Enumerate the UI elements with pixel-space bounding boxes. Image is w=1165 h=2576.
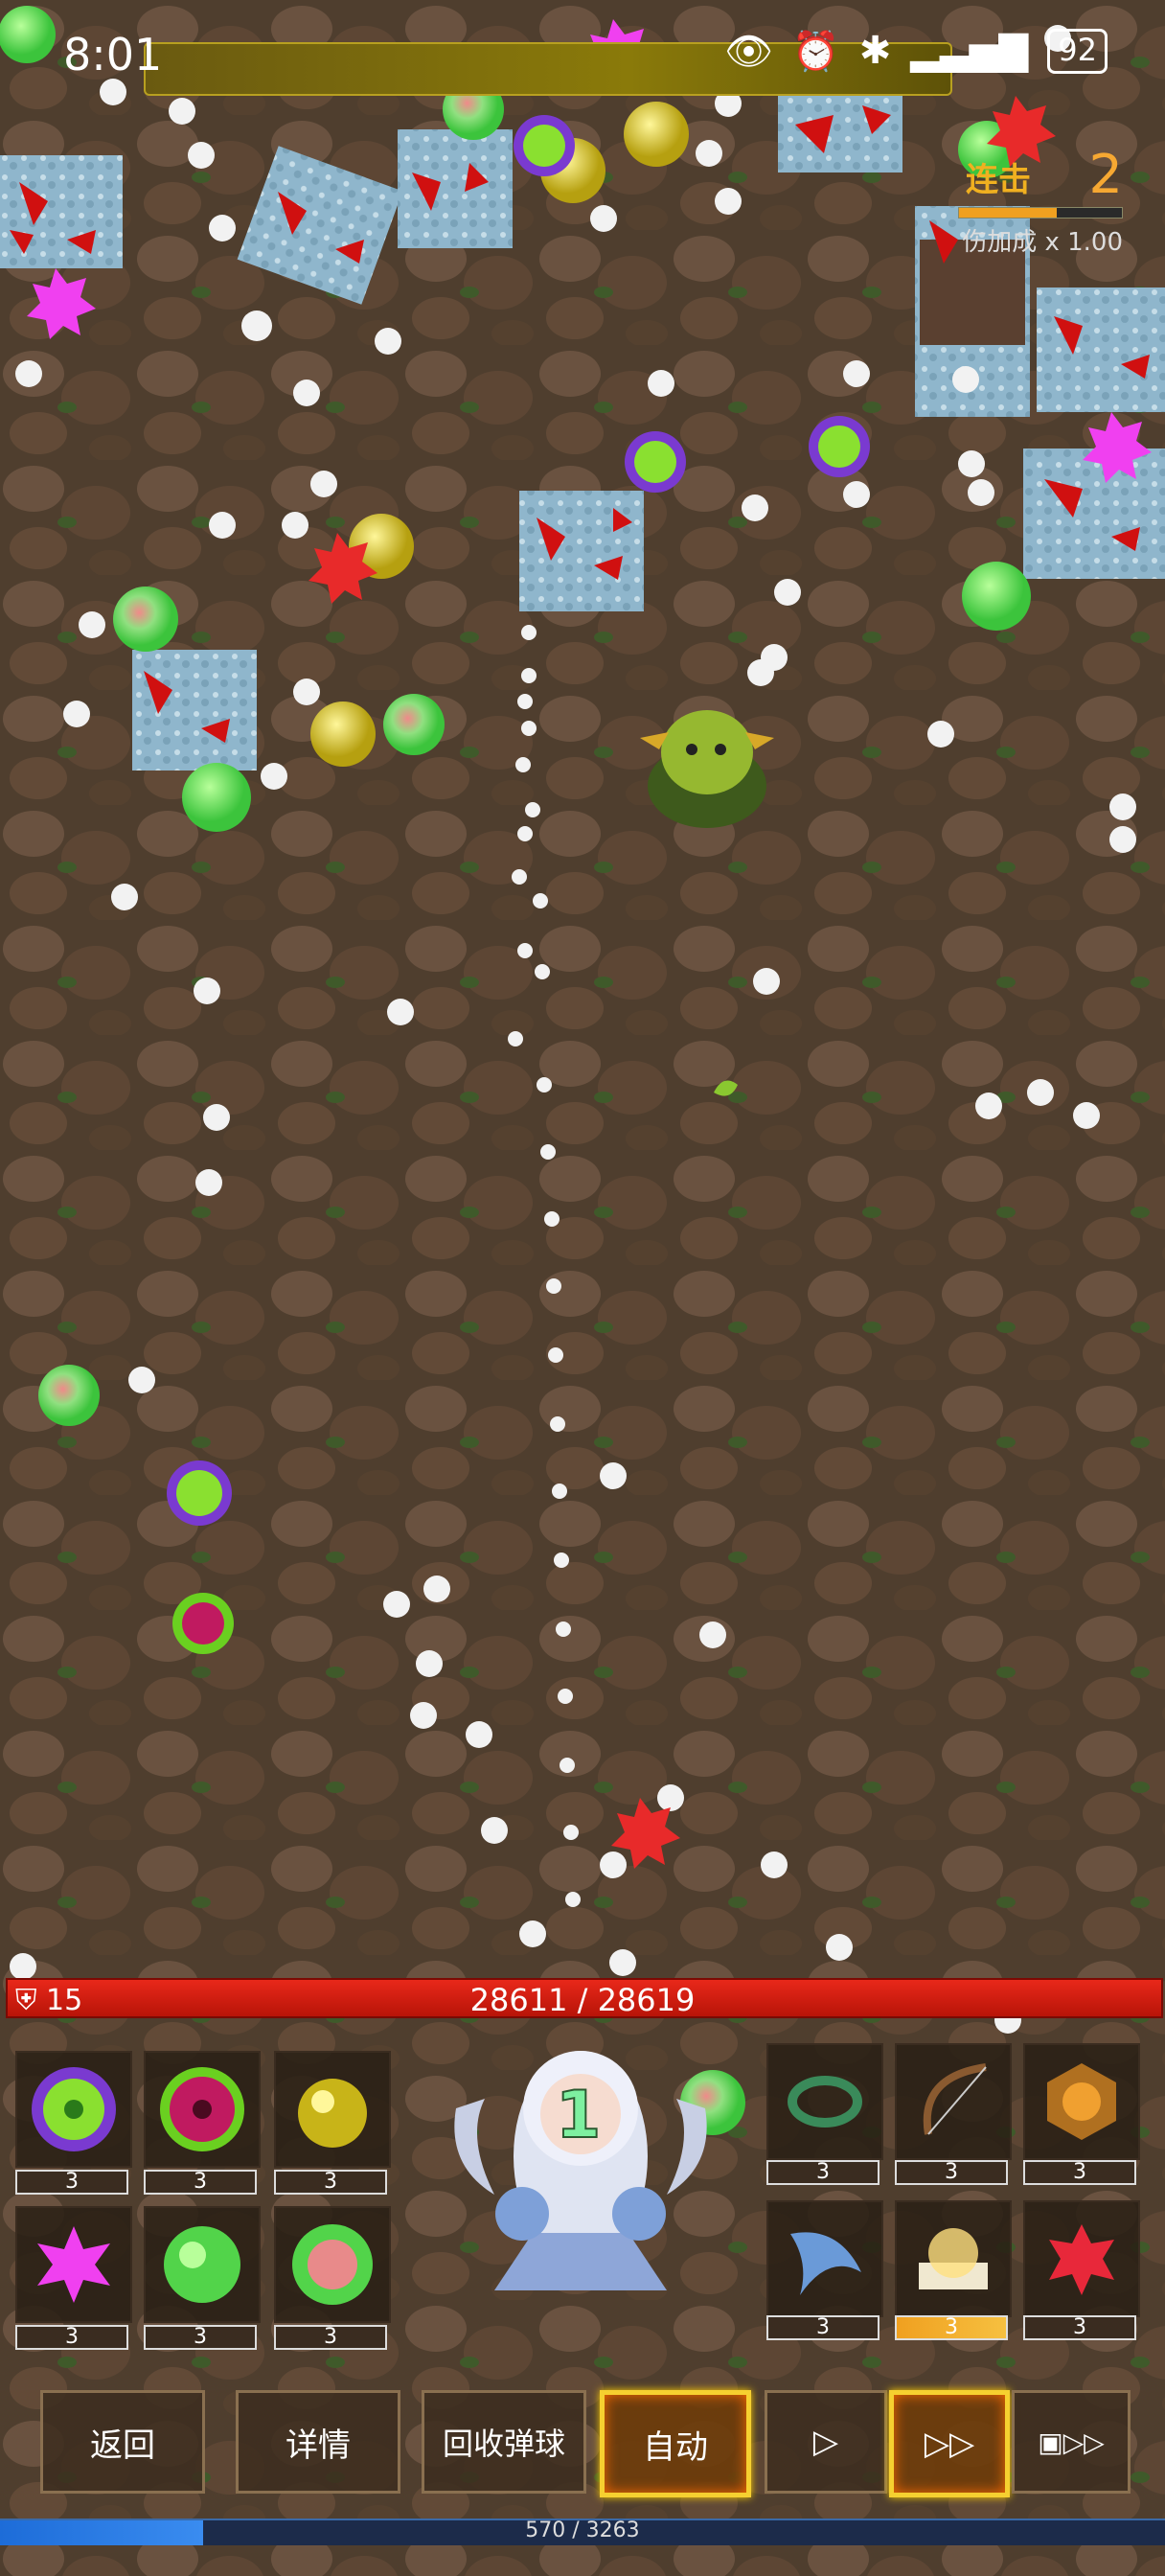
equipment-slot-count: 3 — [1023, 2160, 1136, 2185]
magenta-star-icon — [30, 2220, 118, 2312]
combo-progress-fill — [959, 208, 1057, 218]
signal-icon: ▂▃▅▇ — [910, 29, 1029, 73]
details-button[interactable]: 详情 — [236, 2390, 400, 2494]
hero-count: 1 — [555, 2077, 602, 2154]
ball-slot[interactable] — [144, 2206, 261, 2323]
bluetooth-icon: ✱ — [858, 29, 892, 73]
battery-indicator: 92 — [1047, 29, 1108, 74]
status-bar: 8:01 👁 ⏰ ✱ ▂▃▅▇ 92 — [0, 0, 1165, 115]
purple-vortex-ball-icon — [30, 2065, 118, 2157]
clock: 8:01 — [63, 29, 163, 80]
ball-slot[interactable] — [15, 2206, 132, 2323]
enemy-block — [519, 491, 644, 611]
fast-forward-button[interactable]: ▷▷ — [889, 2390, 1010, 2497]
combo-progress-bar — [958, 207, 1123, 218]
ball-slot[interactable] — [144, 2051, 261, 2168]
ball-slot-count: 3 — [144, 2325, 257, 2350]
enemy-block — [0, 155, 123, 268]
combo-panel: 连击 2 伤加成 x 1.00 — [935, 144, 1146, 259]
auto-button[interactable]: 自动 — [600, 2390, 751, 2497]
equipment-slot-count: 3 — [895, 2315, 1008, 2340]
back-button[interactable]: 返回 — [40, 2390, 205, 2494]
ball-slot-count: 3 — [274, 2325, 387, 2350]
equipment-slot[interactable] — [895, 2043, 1012, 2160]
red-vortex-ball-icon — [158, 2065, 246, 2157]
enemy-block — [1037, 288, 1165, 412]
eye-icon: 👁 — [724, 30, 773, 74]
equipment-slot-count: 3 — [766, 2315, 879, 2340]
equipment-slot[interactable] — [895, 2200, 1012, 2317]
combo-bonus: 伤加成 x 1.00 — [962, 228, 1123, 257]
equipment-slot[interactable] — [1023, 2043, 1140, 2160]
bow-icon — [909, 2058, 997, 2150]
blue-wing-icon — [781, 2215, 869, 2307]
hp-text: 28611 / 28619 — [469, 1982, 696, 2018]
enemy-block — [132, 650, 257, 770]
play-button[interactable]: ▷ — [765, 2390, 887, 2494]
equipment-slot-count: 3 — [1023, 2315, 1136, 2340]
video-skip-icon: ▣▷▷ — [1038, 2426, 1105, 2458]
alarm-icon: ⏰ — [791, 30, 840, 74]
enemy-block — [398, 129, 513, 248]
green-pink-ball-icon — [288, 2220, 377, 2312]
play-icon: ▷ — [812, 2423, 839, 2461]
enemy-block — [1023, 448, 1165, 579]
equipment-slot-count: 3 — [895, 2160, 1008, 2185]
skip-video-button[interactable]: ▣▷▷ — [1012, 2390, 1131, 2494]
green-ball-icon — [158, 2220, 246, 2312]
green-wreath-icon — [781, 2058, 869, 2150]
exp-text: 570 / 3263 — [525, 2518, 640, 2542]
ball-slot-count: 3 — [274, 2170, 387, 2195]
combo-label: 连击 — [966, 161, 1031, 199]
ball-slot-count: 3 — [15, 2325, 128, 2350]
recycle-balls-button[interactable]: 回收弹球 — [422, 2390, 586, 2494]
system-icons: 👁 ⏰ ✱ ▂▃▅▇ 92 — [724, 29, 1108, 74]
amber-gem-icon — [1038, 2058, 1126, 2150]
ball-slot-count: 3 — [144, 2170, 257, 2195]
fast-forward-icon: ▷▷ — [924, 2425, 975, 2463]
equipment-slot[interactable] — [1023, 2200, 1140, 2317]
ball-slot[interactable] — [274, 2206, 391, 2323]
equipment-slot-count: 3 — [766, 2160, 879, 2185]
red-star-icon — [1038, 2215, 1126, 2307]
yellow-ball-icon — [288, 2065, 377, 2157]
glowing-book-icon — [909, 2215, 997, 2307]
equipment-slot[interactable] — [766, 2043, 883, 2160]
combo-count: 2 — [1088, 144, 1123, 206]
equipment-slot[interactable] — [766, 2200, 883, 2317]
ball-slot[interactable] — [15, 2051, 132, 2168]
ball-slot-count: 3 — [15, 2170, 128, 2195]
ball-slot[interactable] — [274, 2051, 391, 2168]
